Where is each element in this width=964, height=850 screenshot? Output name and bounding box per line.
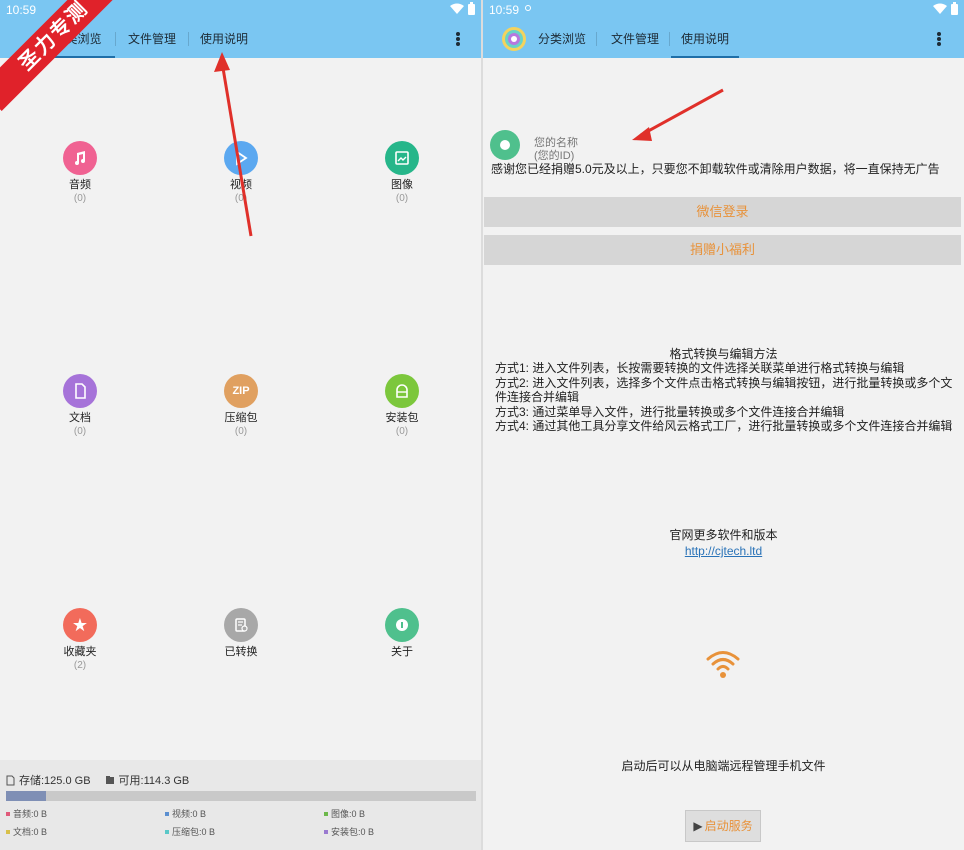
website-link[interactable]: http://cjtech.ltd	[483, 544, 964, 558]
category-count: (0)	[234, 193, 248, 204]
method-item: 方式3: 通过菜单导入文件，进行批量转换或多个文件连接合并编辑	[495, 404, 845, 419]
status-time: 10:59	[6, 3, 37, 17]
category-count: (0)	[395, 193, 409, 204]
image-icon	[385, 141, 419, 175]
method-item: 方式1: 进入文件列表，长按需要转换的文件选择关联菜单进行格式转换与编辑	[495, 361, 905, 375]
legend-document: 文档:0 B	[6, 825, 47, 838]
method-item: 方式4: 通过其他工具分享文件给风云格式工厂，进行批量转换或多个文件连接合并编辑	[495, 419, 953, 433]
status-time: 10:59	[489, 3, 520, 17]
storage-usage-bar	[6, 791, 476, 801]
category-image[interactable]: 图像 (0)	[352, 141, 452, 205]
right-screen: 10:59 分类浏览 文件管理 使用说明 您的名称 (您的ID) 感谢您已经捐赠…	[483, 0, 964, 850]
start-service-label: 启动服务	[704, 819, 753, 833]
category-about[interactable]: 关于	[352, 608, 452, 659]
category-count: (2)	[73, 660, 87, 671]
tab-label: 文件管理	[127, 32, 176, 46]
tab-file-manage[interactable]: 文件管理	[118, 20, 186, 58]
play-icon: ▶	[693, 819, 703, 833]
zip-icon: ZIP	[224, 374, 258, 408]
play-icon	[224, 141, 258, 175]
category-count: (0)	[73, 193, 87, 204]
remote-manage-text: 启动后可以从电脑端远程管理手机文件	[621, 759, 826, 773]
converted-icon	[224, 608, 258, 642]
tab-usage-guide[interactable]: 使用说明	[671, 20, 739, 58]
category-count: (0)	[234, 426, 248, 437]
app-bar: 分类浏览 文件管理 使用说明	[483, 20, 964, 58]
legend-apk: 安装包:0 B	[324, 825, 374, 838]
category-label: 图像	[391, 179, 413, 191]
legend-video: 视频:0 B	[165, 807, 206, 820]
wifi-status-icon	[933, 3, 947, 14]
storage-drive-icon	[105, 776, 114, 784]
status-icons	[933, 2, 958, 15]
website-title: 官网更多软件和版本	[669, 528, 778, 542]
tab-file-manage[interactable]: 文件管理	[601, 20, 669, 58]
category-count: (0)	[73, 426, 87, 437]
tab-divider	[669, 32, 670, 46]
notification-icon	[525, 5, 531, 11]
wifi-share-icon[interactable]	[705, 645, 741, 681]
app-logo-icon	[502, 27, 526, 51]
storage-summary: 存储:125.0 GB 可用:114.3 GB	[6, 772, 189, 788]
storage-free: 可用:114.3 GB	[118, 775, 190, 787]
more-menu-icon[interactable]	[453, 29, 463, 49]
storage-total: 存储:125.0 GB	[19, 775, 91, 787]
legend-audio: 音频:0 B	[6, 807, 47, 820]
more-menu-icon[interactable]	[934, 29, 944, 49]
methods-list: 方式1: 进入文件列表，长按需要转换的文件选择关联菜单进行格式转换与编辑 方式2…	[495, 361, 955, 434]
tab-divider	[596, 32, 597, 46]
category-label: 安装包	[385, 412, 419, 424]
music-icon	[63, 141, 97, 175]
storage-footer: 存储:125.0 GB 可用:114.3 GB 音频:0 B 视频:0 B 图像…	[0, 760, 481, 850]
user-avatar[interactable]	[490, 130, 520, 160]
category-label: 已转换	[224, 646, 258, 658]
battery-icon	[951, 2, 958, 15]
donate-button[interactable]: 捐赠小福利	[484, 235, 961, 265]
tab-usage-guide[interactable]: 使用说明	[190, 20, 258, 58]
tab-label: 使用说明	[199, 32, 248, 46]
status-icons	[450, 2, 475, 15]
tab-label: 文件管理	[610, 32, 659, 46]
category-document[interactable]: 文档 (0)	[30, 374, 130, 438]
category-label: 音频	[69, 179, 91, 191]
category-label: 视频	[230, 179, 252, 191]
left-screen: 10:59 分类浏览 文件管理 使用说明 圣力专测 音频 (0) 视频 (0) …	[0, 0, 481, 850]
user-id: (您的ID)	[534, 150, 575, 162]
wifi-status-icon	[450, 3, 464, 14]
wechat-login-button[interactable]: 微信登录	[484, 197, 961, 227]
category-archive[interactable]: ZIP 压缩包 (0)	[191, 374, 291, 438]
info-icon	[385, 608, 419, 642]
category-label: 文档	[69, 412, 91, 424]
category-label: 压缩包	[224, 412, 258, 424]
legend-image: 图像:0 B	[324, 807, 365, 820]
android-icon	[385, 374, 419, 408]
tab-divider	[115, 32, 116, 46]
category-audio[interactable]: 音频 (0)	[30, 141, 130, 205]
tab-divider	[188, 32, 189, 46]
tab-category-browse[interactable]: 分类浏览	[531, 20, 593, 58]
method-item: 方式2: 进入文件列表，选择多个文件点击格式转换与编辑按钮，进行批量转换或多个文…	[495, 375, 953, 405]
tab-label: 分类浏览	[537, 32, 586, 46]
status-bar: 10:59	[483, 0, 964, 20]
storage-usage-fill	[6, 791, 46, 801]
storage-file-icon	[6, 775, 15, 785]
category-count: (0)	[395, 426, 409, 437]
category-converted[interactable]: 已转换	[191, 608, 291, 659]
star-icon: ★	[63, 608, 97, 642]
methods-title: 格式转换与编辑方法	[669, 347, 778, 361]
category-video[interactable]: 视频 (0)	[191, 141, 291, 205]
start-service-button[interactable]: ▶ 启动服务	[685, 810, 761, 842]
legend-archive: 压缩包:0 B	[165, 825, 215, 838]
donation-thanks-text: 感谢您已经捐赠5.0元及以上，只要您不卸载软件或清除用户数据，将一直保持无广告	[491, 162, 940, 176]
category-apk[interactable]: 安装包 (0)	[352, 374, 452, 438]
category-label: 关于	[391, 646, 413, 658]
tab-label: 使用说明	[680, 32, 729, 46]
document-icon	[63, 374, 97, 408]
category-label: 收藏夹	[63, 646, 97, 658]
battery-icon	[468, 2, 475, 15]
category-favorites[interactable]: ★ 收藏夹 (2)	[30, 608, 130, 672]
